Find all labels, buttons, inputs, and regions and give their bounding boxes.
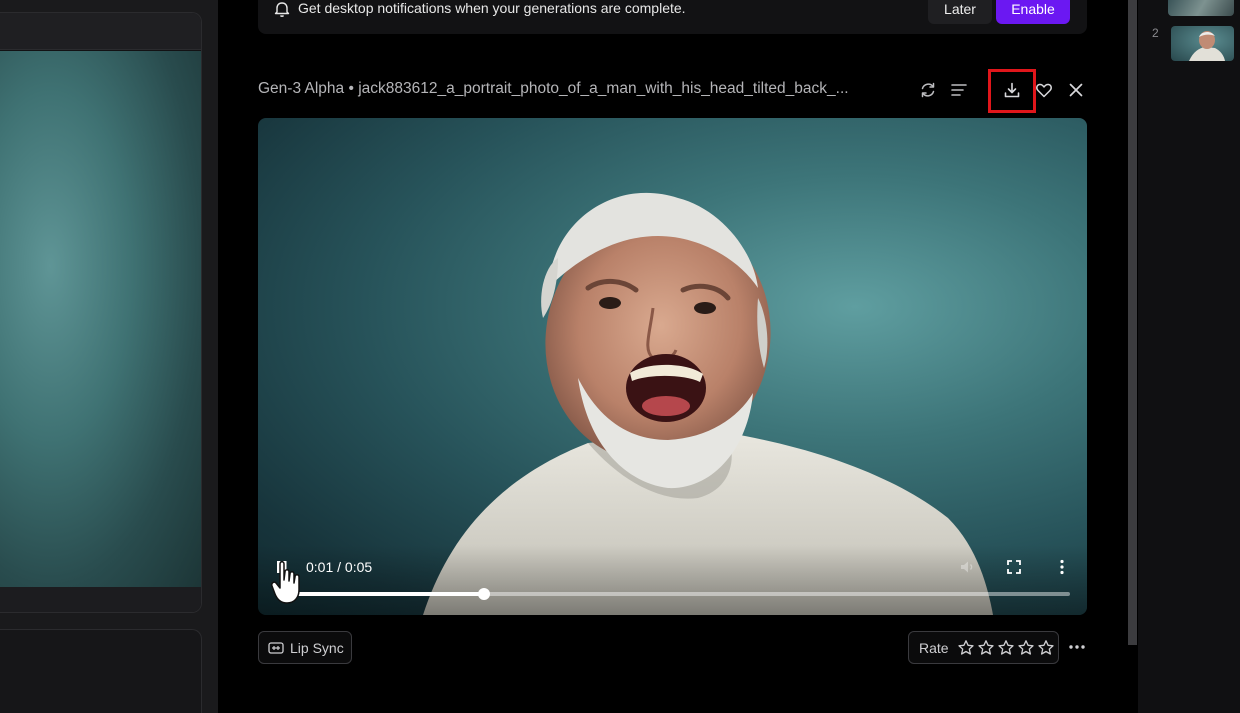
details-button[interactable]: [947, 78, 971, 102]
thumbnail-art: [1189, 31, 1225, 61]
heart-icon: [1036, 83, 1052, 98]
star-icon[interactable]: [1017, 639, 1035, 657]
rate-widget: Rate: [908, 631, 1059, 664]
star-icon[interactable]: [977, 639, 995, 657]
enable-label: Enable: [1011, 1, 1055, 17]
lip-sync-label: Lip Sync: [290, 639, 344, 656]
lip-sync-icon: [268, 641, 284, 654]
progress-track[interactable]: [278, 588, 1070, 600]
rate-label: Rate: [919, 639, 949, 656]
lip-sync-button[interactable]: Lip Sync: [258, 631, 352, 664]
more-actions-icon[interactable]: [1066, 637, 1088, 657]
history-rail: [1138, 0, 1240, 713]
player-controls: [258, 545, 1087, 615]
details-icon: [951, 84, 967, 96]
notification-text: Get desktop notifications when your gene…: [298, 0, 686, 16]
close-button[interactable]: [1064, 78, 1088, 102]
refresh-button[interactable]: [916, 78, 940, 102]
generation-title: Gen-3 Alpha • jack883612_a_portrait_phot…: [258, 80, 849, 97]
close-icon: [1069, 83, 1083, 97]
previous-generation-card[interactable]: [0, 12, 202, 613]
card-footer: [0, 587, 201, 612]
left-panel: [0, 0, 218, 713]
more-options-icon[interactable]: [1053, 558, 1071, 576]
history-thumbnail-1[interactable]: [1168, 0, 1234, 16]
card-header: [0, 13, 201, 50]
rating-stars: [957, 639, 1055, 657]
star-icon[interactable]: [1037, 639, 1055, 657]
scrollbar[interactable]: [1128, 0, 1137, 645]
volume-icon[interactable]: [958, 558, 976, 576]
video-frame: [423, 192, 993, 615]
star-icon[interactable]: [997, 639, 1015, 657]
enable-button[interactable]: Enable: [996, 0, 1070, 24]
hand-cursor-icon: [271, 561, 300, 604]
progress-thumb[interactable]: [477, 588, 490, 600]
history-item-number: 2: [1152, 26, 1159, 40]
fullscreen-icon[interactable]: [1005, 558, 1023, 576]
notification-banner: Get desktop notifications when your gene…: [258, 0, 1087, 34]
previous-video-preview[interactable]: [0, 51, 201, 589]
progress-fill: [278, 592, 484, 596]
next-generation-card[interactable]: [0, 629, 202, 713]
download-highlight-box: [988, 69, 1036, 113]
later-label: Later: [944, 1, 976, 17]
later-button[interactable]: Later: [928, 0, 992, 24]
history-thumbnail-2[interactable]: [1171, 26, 1234, 61]
video-player[interactable]: 0:01 / 0:05: [258, 118, 1087, 615]
bell-icon: [274, 2, 290, 17]
generation-header: Gen-3 Alpha • jack883612_a_portrait_phot…: [258, 78, 1087, 102]
star-icon[interactable]: [957, 639, 975, 657]
time-display: 0:01 / 0:05: [306, 559, 373, 575]
refresh-icon: [921, 82, 935, 98]
